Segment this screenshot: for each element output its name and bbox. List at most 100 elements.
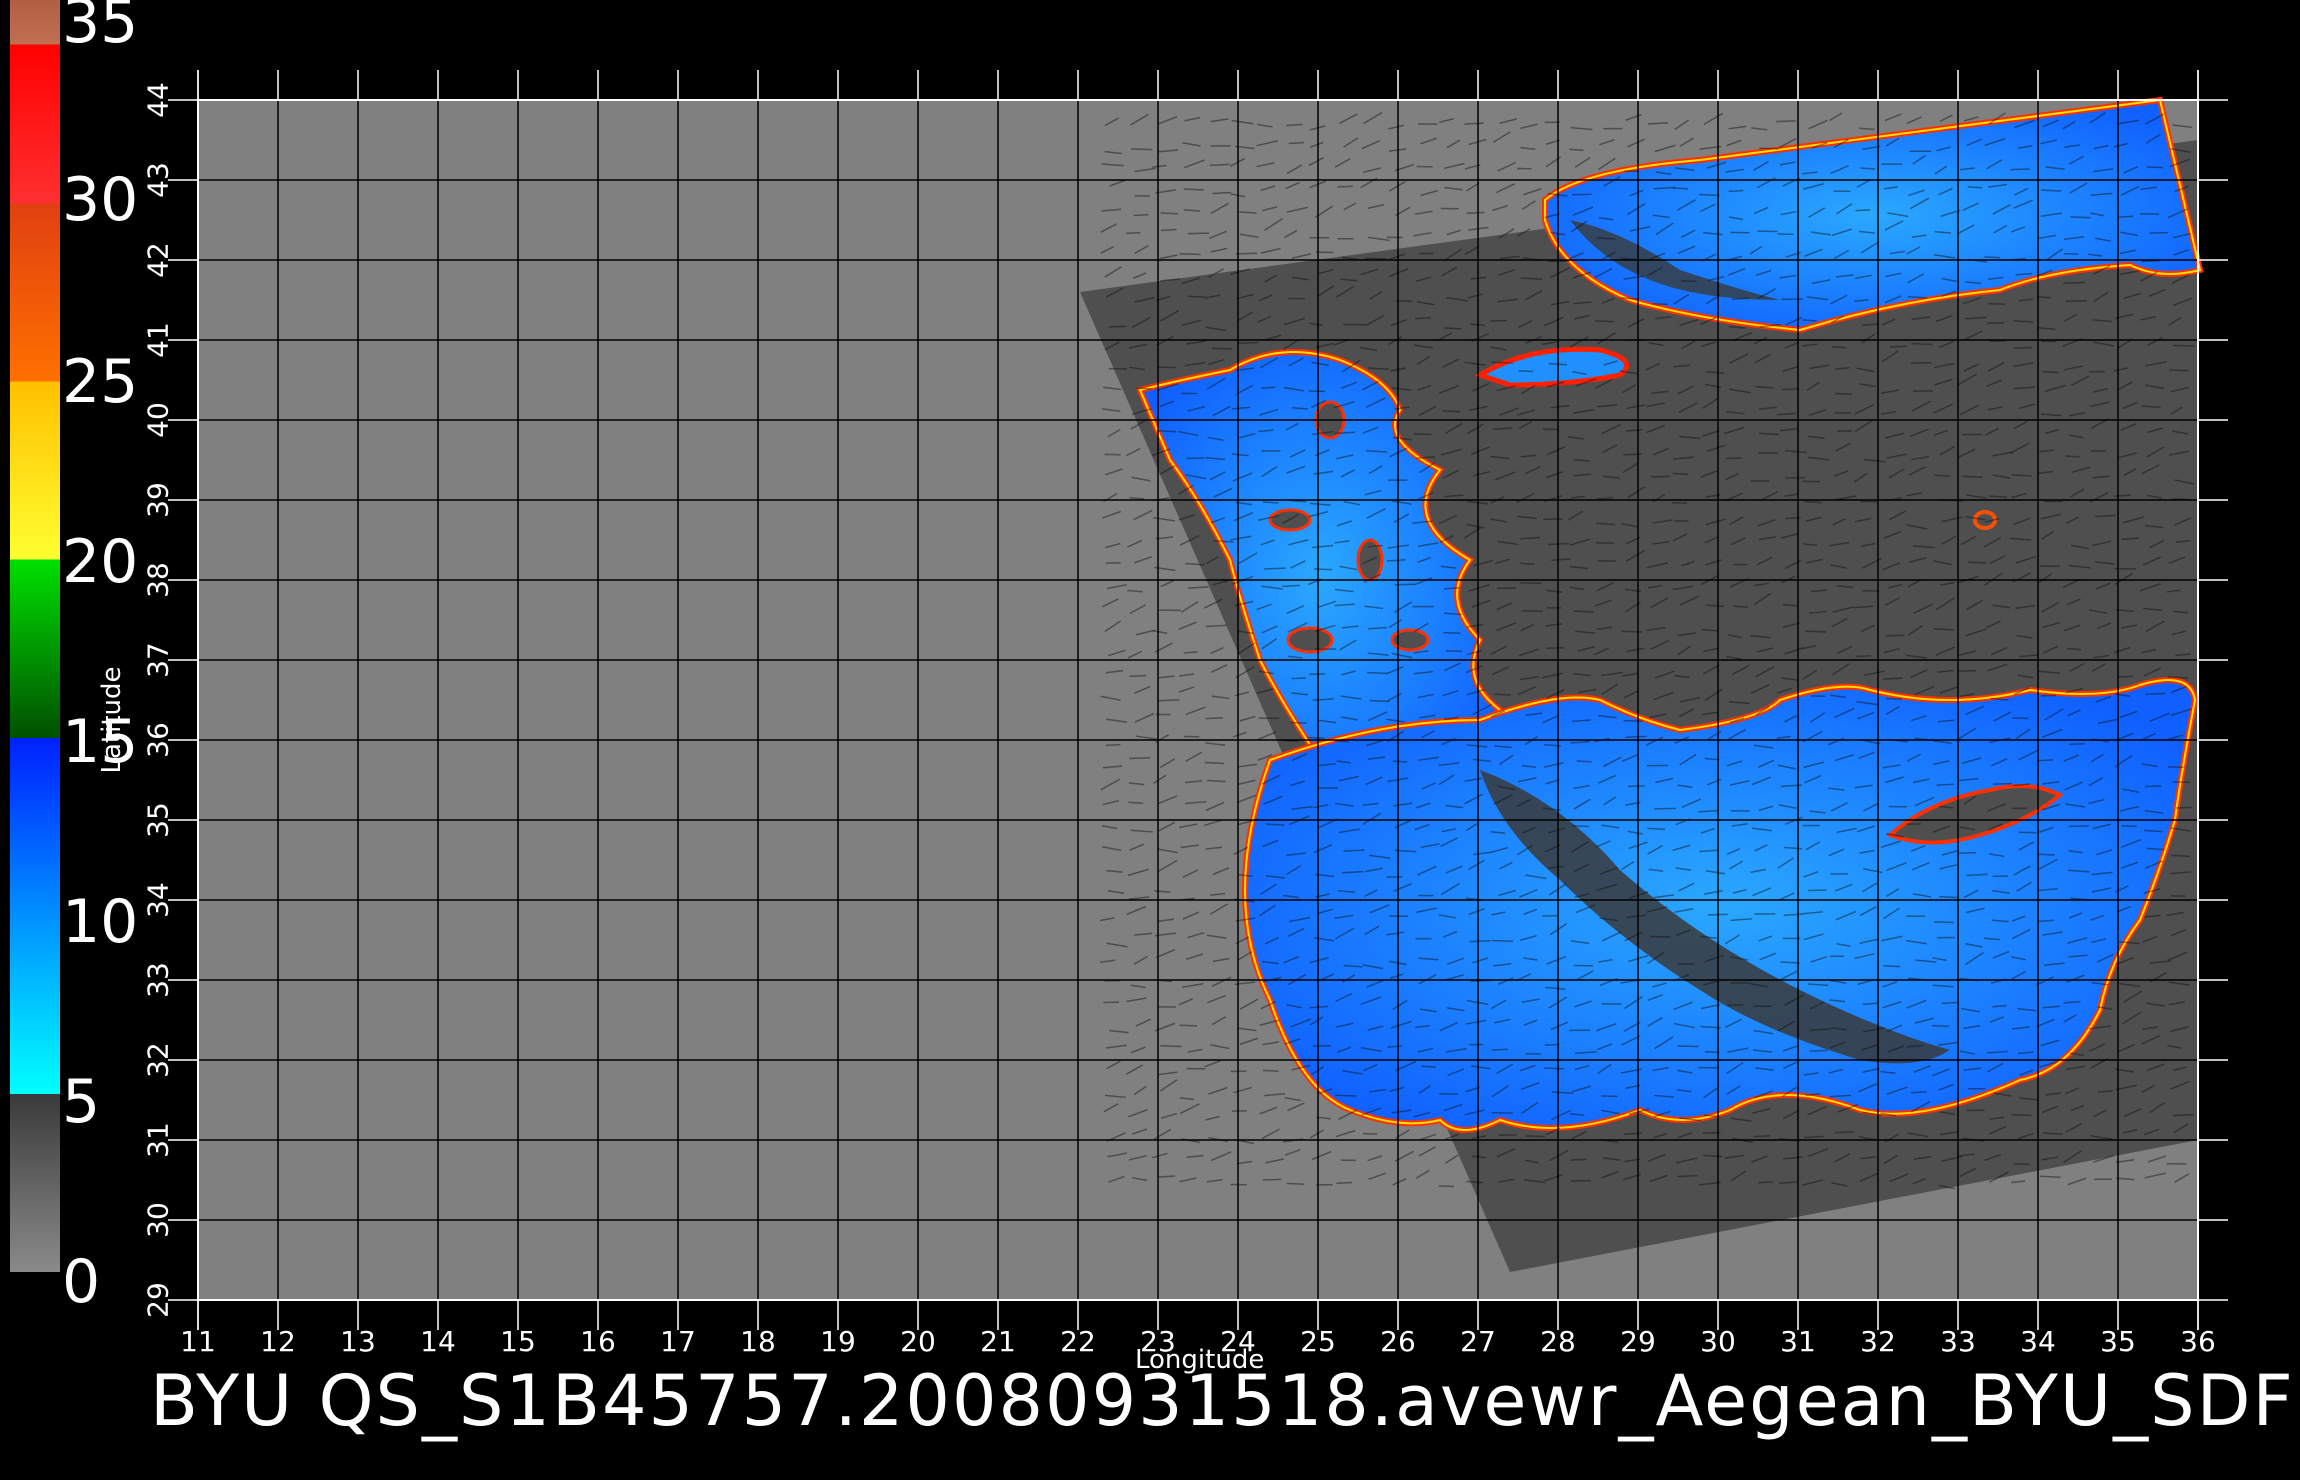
figure-caption: BYU QS_S1B45757.20080931518.avewr_Aegean… [150, 1360, 2295, 1442]
wind-vector [1444, 587, 1460, 590]
colorbar-label-35: 35 [62, 0, 139, 57]
wind-vector [1469, 939, 1491, 943]
wind-vector [1728, 189, 1744, 193]
longitude-tick-label: 33 [1940, 1325, 1976, 1358]
wind-vector [2011, 1113, 2032, 1117]
wind-vector [1856, 655, 1872, 658]
wind-vector [2037, 853, 2055, 856]
wind-vector [1491, 939, 1514, 943]
wind-vector [1855, 209, 1871, 212]
wind-vector [1491, 361, 1514, 364]
wind-vector [1262, 501, 1279, 504]
wind-vector [1489, 319, 1508, 322]
wind-vector [1518, 370, 1534, 373]
latitude-tick-label: 29 [141, 1282, 175, 1318]
longitude-tick-label: 13 [340, 1325, 376, 1358]
wind-vector [1573, 610, 1594, 613]
wind-vector [1336, 1181, 1353, 1184]
wind-vector [1934, 474, 1951, 477]
wind-vector [1541, 914, 1558, 917]
wind-vector [1290, 721, 1307, 725]
wind-vector [1343, 849, 1365, 852]
wind-vector [1367, 671, 1388, 675]
wind-vector [1544, 1043, 1560, 1046]
wind-vector [1992, 782, 2012, 785]
wind-vector [1519, 581, 1542, 584]
wind-vector [1130, 148, 1153, 151]
wind-vector [1264, 567, 1286, 570]
wind-vector [2141, 259, 2160, 263]
wind-vector [1733, 605, 1749, 608]
wind-vector [1647, 827, 1666, 831]
longitude-tick-label: 32 [1860, 1325, 1896, 1358]
wind-vector [2036, 295, 2052, 299]
latitude-tick-label: 41 [141, 322, 175, 358]
wind-vector [1984, 256, 2000, 259]
wind-vector [1286, 123, 1303, 127]
wind-vector [2041, 694, 2057, 697]
longitude-tick-label: 16 [580, 1325, 616, 1358]
wind-vector [1126, 232, 1141, 235]
wind-vector [2041, 189, 2062, 192]
wind-vector [2172, 344, 2195, 347]
wind-vector [1623, 719, 1643, 723]
wind-vector [1651, 475, 1671, 478]
latitude-tick-label: 34 [141, 882, 175, 918]
wind-vector [2014, 346, 2033, 350]
wind-vector [1314, 568, 1333, 571]
wind-vector [1494, 693, 1511, 696]
wind-vector [1672, 187, 1689, 190]
wind-vector [1544, 1067, 1564, 1070]
wind-vector [1861, 323, 1879, 326]
wind-vector [1780, 961, 1800, 964]
wind-vector [1835, 392, 1852, 396]
wind-vector [1882, 677, 1903, 680]
wind-vector [2040, 1175, 2061, 1178]
wind-vector [1160, 212, 1178, 215]
wind-vector [2172, 1113, 2194, 1117]
longitude-tick-label: 25 [1300, 1325, 1336, 1358]
wind-vector [2118, 215, 2134, 219]
wind-vector [1623, 1132, 1642, 1135]
wind-vector [1576, 760, 1592, 763]
wind-vector [1442, 410, 1461, 413]
wind-vector [1445, 649, 1463, 653]
wind-vector [1135, 387, 1152, 390]
wind-vector [1939, 895, 1958, 899]
wind-vector [1705, 1050, 1720, 1054]
wind-vector [1967, 561, 1987, 564]
wind-vector [2114, 494, 2131, 497]
colorbar-label-20: 20 [62, 527, 139, 597]
wind-vector [1831, 345, 1847, 349]
wind-vector [1368, 544, 1383, 548]
wind-vector [2063, 281, 2086, 284]
wind-vector [1158, 699, 1180, 702]
wind-vector [1933, 921, 1954, 924]
wind-vector [1809, 1049, 1828, 1052]
wind-vector [1776, 120, 1796, 123]
wind-vector [1443, 631, 1461, 634]
wind-vector [1212, 191, 1232, 195]
latitude-tick-label: 30 [141, 1202, 175, 1238]
wind-vector [1782, 604, 1798, 607]
wind-vector [1758, 1181, 1774, 1184]
longitude-tick-label: 36 [2180, 1325, 2216, 1358]
longitude-tick-label: 14 [420, 1325, 456, 1358]
colorbar [10, 0, 60, 1272]
latitude-tick-label: 35 [141, 802, 175, 838]
longitude-tick-label: 28 [1540, 1325, 1576, 1358]
wind-vector [1883, 964, 1901, 968]
wind-vector [1288, 141, 1304, 145]
wind-vector [1158, 1175, 1176, 1178]
wind-vector [1860, 167, 1876, 170]
wind-vector [1263, 1069, 1279, 1073]
latitude-tick-label: 37 [141, 642, 175, 678]
wind-vector [2010, 168, 2030, 171]
colorbar-label-25: 25 [62, 347, 139, 417]
wind-vector [1133, 213, 1149, 217]
wind-vector [1808, 889, 1827, 892]
wind-vector [1286, 1182, 1305, 1186]
longitude-tick-label: 17 [660, 1325, 696, 1358]
wind-vector [1570, 1158, 1587, 1161]
wind-vector [1911, 342, 1933, 346]
